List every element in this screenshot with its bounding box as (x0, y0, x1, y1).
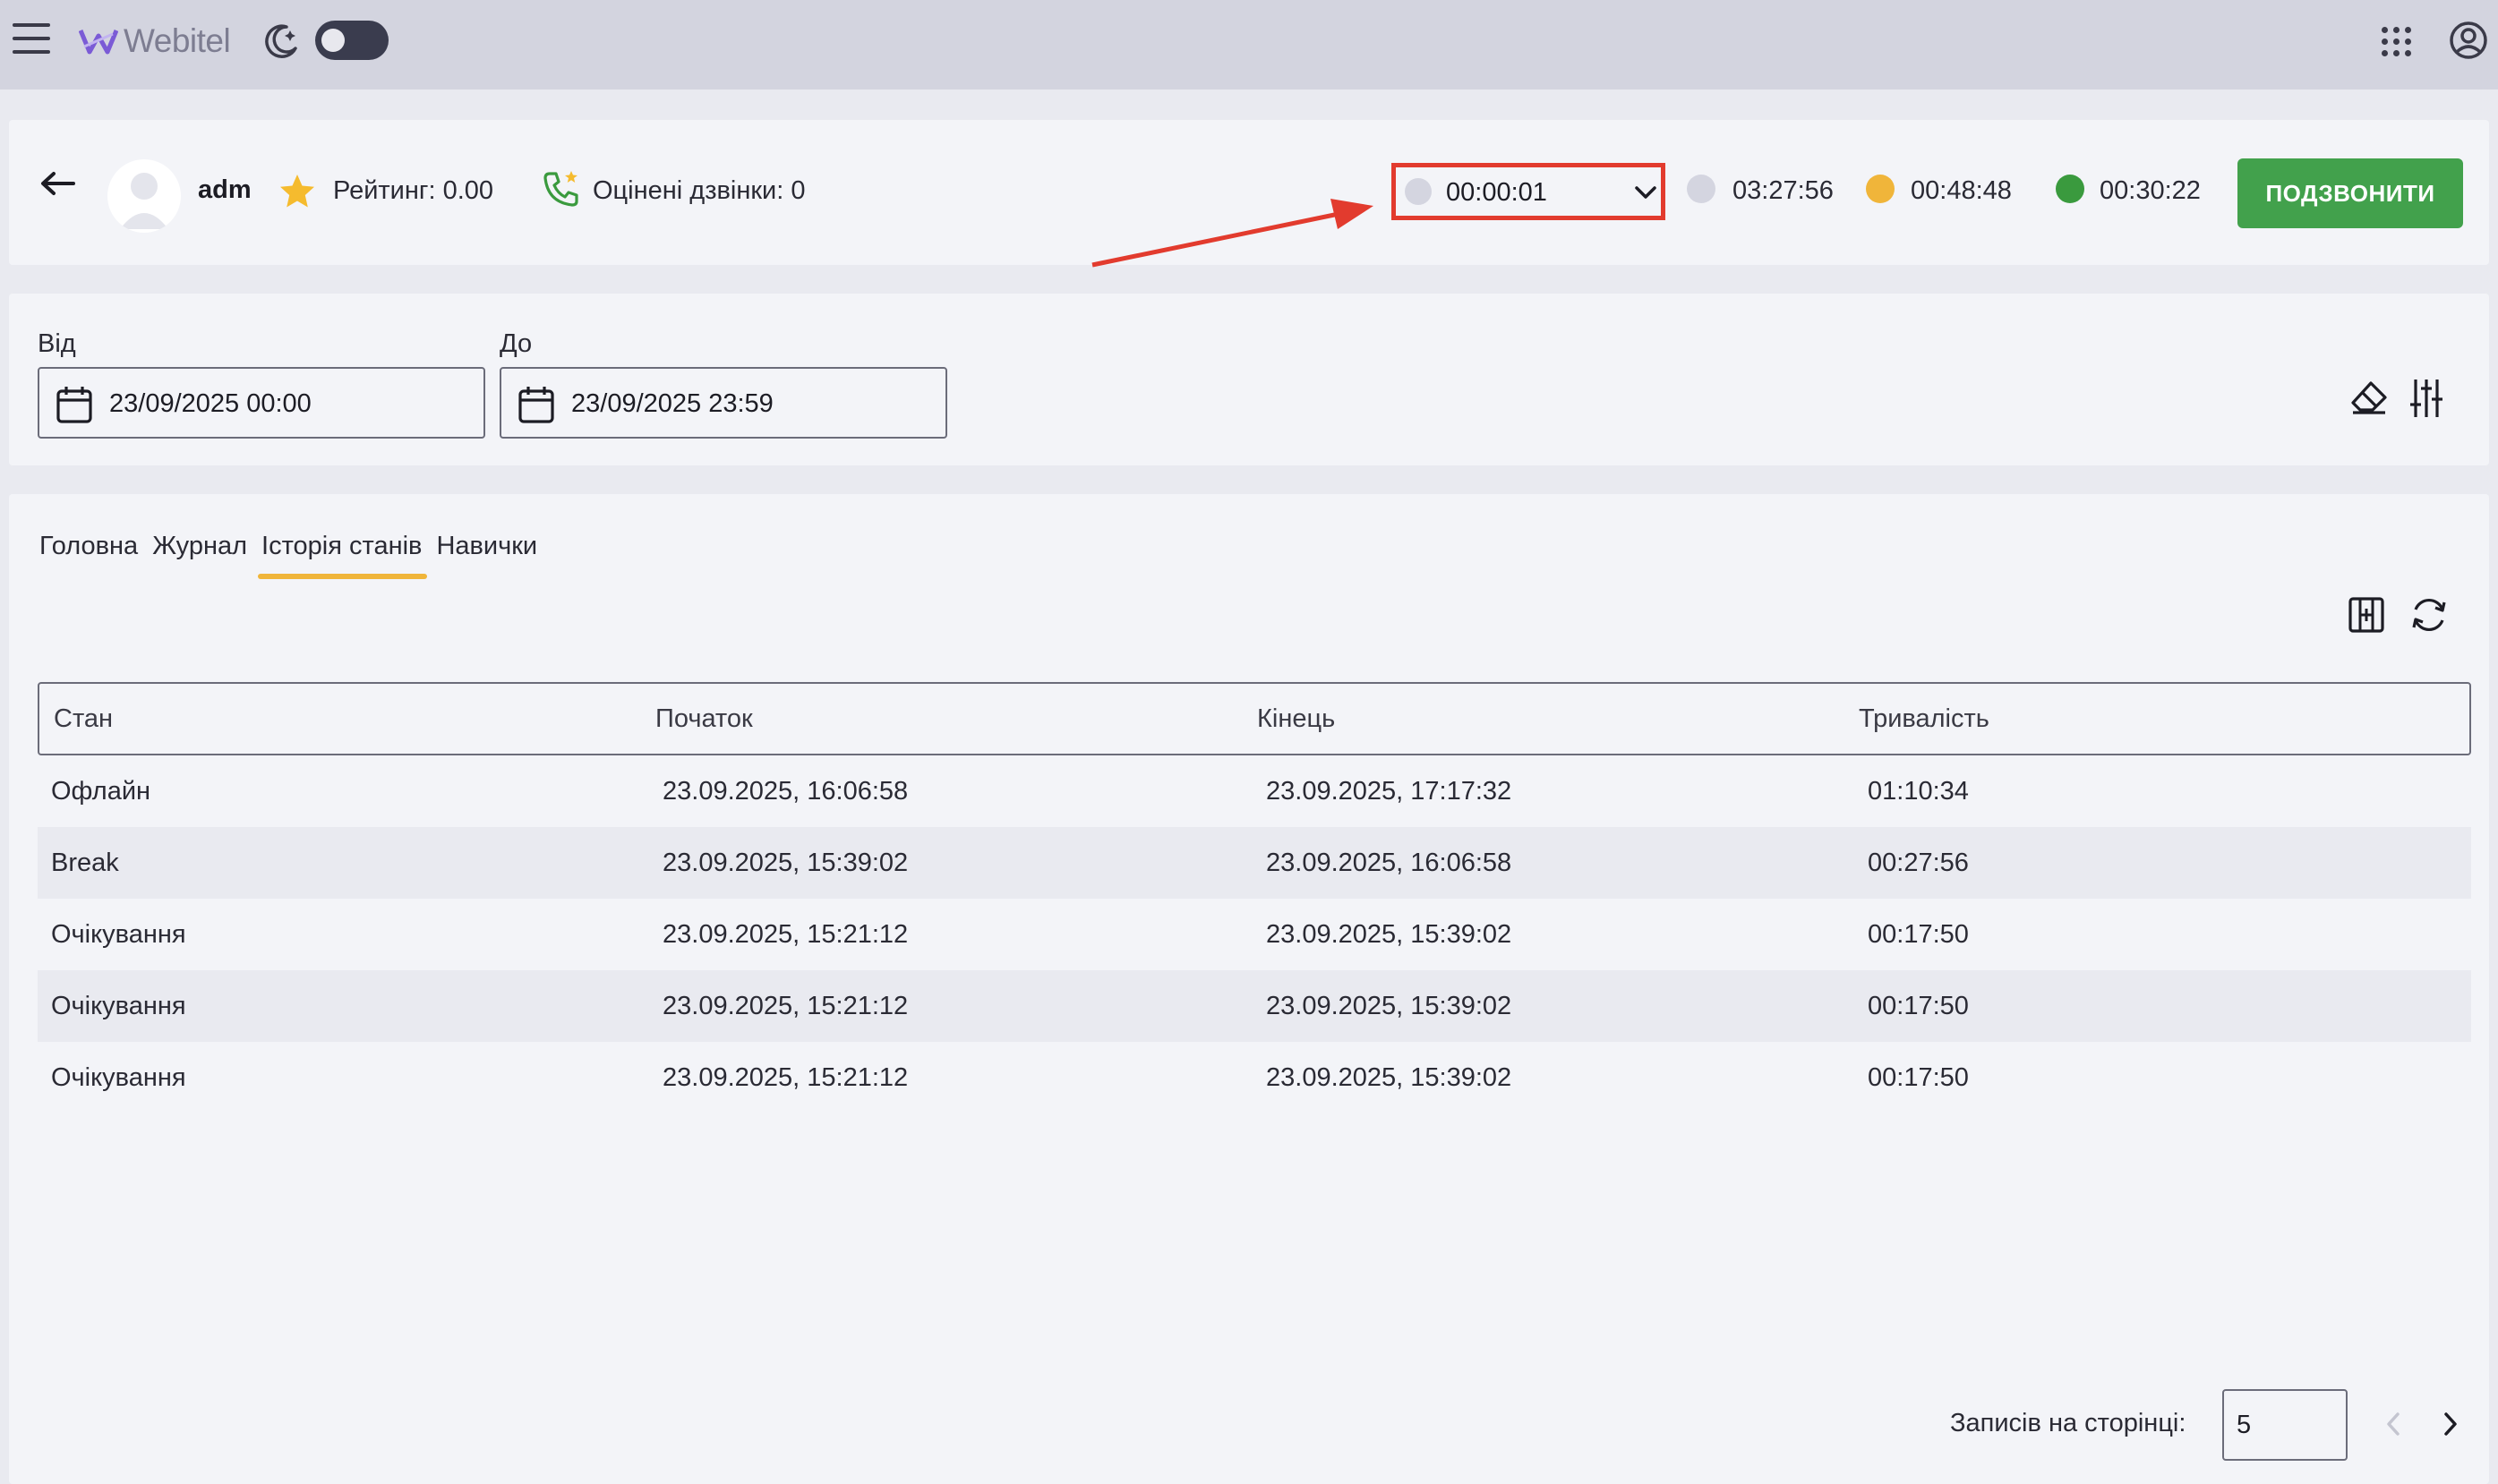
calendar-icon (518, 387, 554, 423)
col-header-state[interactable]: Стан (54, 704, 113, 734)
logo-text: Webitel (124, 22, 231, 59)
cell-state: Очікування (51, 1062, 186, 1092)
table-row[interactable]: Очікування 23.09.2025, 15:21:12 23.09.20… (38, 970, 2471, 1042)
status-timer: 00:00:01 (1446, 178, 1547, 207)
cell-duration: 00:17:50 (1868, 1062, 1969, 1092)
status-history-table: Стан Початок Кінець Тривалість Офлайн 23… (38, 682, 2471, 1113)
tabs: Головна Журнал Історія станів Навички (39, 528, 552, 579)
cell-start: 23.09.2025, 16:06:58 (663, 776, 909, 806)
refresh-icon[interactable] (2408, 594, 2450, 635)
cell-end: 23.09.2025, 17:17:32 (1266, 776, 1512, 806)
cell-start: 23.09.2025, 15:21:12 (663, 1062, 909, 1092)
cell-start: 23.09.2025, 15:21:12 (663, 991, 909, 1020)
date-filter-panel: Від 23/09/2025 00:00 До 23/09/2025 23:59 (9, 294, 2489, 465)
agent-status-select[interactable]: 00:00:01 (1391, 163, 1665, 220)
from-date-value: 23/09/2025 00:00 (109, 389, 312, 418)
tab-journal[interactable]: Журнал (152, 528, 247, 579)
calendar-icon (56, 387, 92, 423)
tab-skills[interactable]: Навички (436, 528, 537, 579)
agent-name: adm (198, 175, 252, 204)
menu-icon[interactable] (13, 23, 50, 55)
status-dot (1405, 178, 1432, 205)
table-row[interactable]: Очікування 23.09.2025, 15:21:12 23.09.20… (38, 1042, 2471, 1113)
columns-settings-icon[interactable] (2348, 596, 2385, 634)
stat-offline-time: 03:27:56 (1732, 176, 1834, 205)
logo[interactable]: Webitel (79, 21, 231, 61)
rating-text: Рейтинг: 0.00 (333, 176, 494, 205)
tab-main[interactable]: Головна (39, 528, 138, 579)
col-header-start[interactable]: Початок (655, 704, 753, 734)
to-date-input[interactable]: 23/09/2025 23:59 (500, 367, 947, 439)
moon-icon (265, 24, 297, 58)
cell-end: 23.09.2025, 15:39:02 (1266, 919, 1512, 949)
table-header: Стан Початок Кінець Тривалість (38, 682, 2471, 755)
eraser-icon[interactable] (2349, 380, 2389, 415)
stat-pause-time: 00:48:48 (1911, 176, 2012, 205)
cell-start: 23.09.2025, 15:39:02 (663, 848, 909, 877)
cell-duration: 01:10:34 (1868, 776, 1969, 806)
stat-online-dot (2056, 175, 2084, 203)
cell-duration: 00:27:56 (1868, 848, 1969, 877)
chevron-down-icon (1635, 186, 1656, 199)
cell-start: 23.09.2025, 15:21:12 (663, 919, 909, 949)
cell-state: Очікування (51, 919, 186, 949)
cell-state: Break (51, 848, 119, 877)
cell-end: 23.09.2025, 15:39:02 (1266, 1062, 1512, 1092)
call-button[interactable]: ПОДЗВОНИТИ (2237, 158, 2463, 228)
stat-pause-dot (1866, 175, 1895, 203)
webitel-logo-icon (79, 30, 118, 55)
to-date-value: 23/09/2025 23:59 (571, 389, 774, 418)
cell-end: 23.09.2025, 16:06:58 (1266, 848, 1512, 877)
apps-grid-icon[interactable] (2382, 27, 2411, 56)
rated-calls-text: Оцінені дзвінки: 0 (593, 176, 806, 205)
stat-offline-dot (1687, 175, 1715, 203)
from-label: Від (38, 329, 76, 358)
cell-state: Очікування (51, 991, 186, 1020)
to-label: До (500, 329, 533, 358)
from-date-input[interactable]: 23/09/2025 00:00 (38, 367, 485, 439)
cell-state: Офлайн (51, 776, 151, 806)
back-arrow-icon[interactable] (39, 170, 75, 197)
theme-toggle[interactable] (315, 21, 389, 60)
agent-header: adm Рейтинг: 0.00 Оцінені дзвінки: 0 00:… (9, 120, 2489, 265)
user-account-icon[interactable] (2448, 20, 2489, 61)
cell-duration: 00:17:50 (1868, 991, 1969, 1020)
per-page-input[interactable]: 5 (2222, 1389, 2348, 1461)
chevron-left-icon[interactable] (2382, 1411, 2405, 1437)
tab-status-history[interactable]: Історія станів (258, 528, 428, 579)
chevron-right-icon[interactable] (2439, 1411, 2462, 1437)
col-header-duration[interactable]: Тривалість (1859, 704, 1989, 734)
table-row[interactable]: Break 23.09.2025, 15:39:02 23.09.2025, 1… (38, 827, 2471, 899)
cell-duration: 00:17:50 (1868, 919, 1969, 949)
main-panel: Головна Журнал Історія станів Навички Ст… (9, 494, 2489, 1484)
table-row[interactable]: Офлайн 23.09.2025, 16:06:58 23.09.2025, … (38, 755, 2471, 827)
cell-end: 23.09.2025, 15:39:02 (1266, 991, 1512, 1020)
avatar (107, 159, 181, 233)
rated-calls-phone-icon (543, 171, 578, 207)
table-row[interactable]: Очікування 23.09.2025, 15:21:12 23.09.20… (38, 899, 2471, 970)
stat-online-time: 00:30:22 (2100, 176, 2201, 205)
top-bar: Webitel (0, 0, 2498, 90)
star-icon (280, 175, 314, 208)
col-header-end[interactable]: Кінець (1257, 704, 1335, 734)
filter-settings-icon[interactable] (2408, 378, 2444, 419)
per-page-label: Записів на сторінці: (1950, 1409, 2186, 1437)
